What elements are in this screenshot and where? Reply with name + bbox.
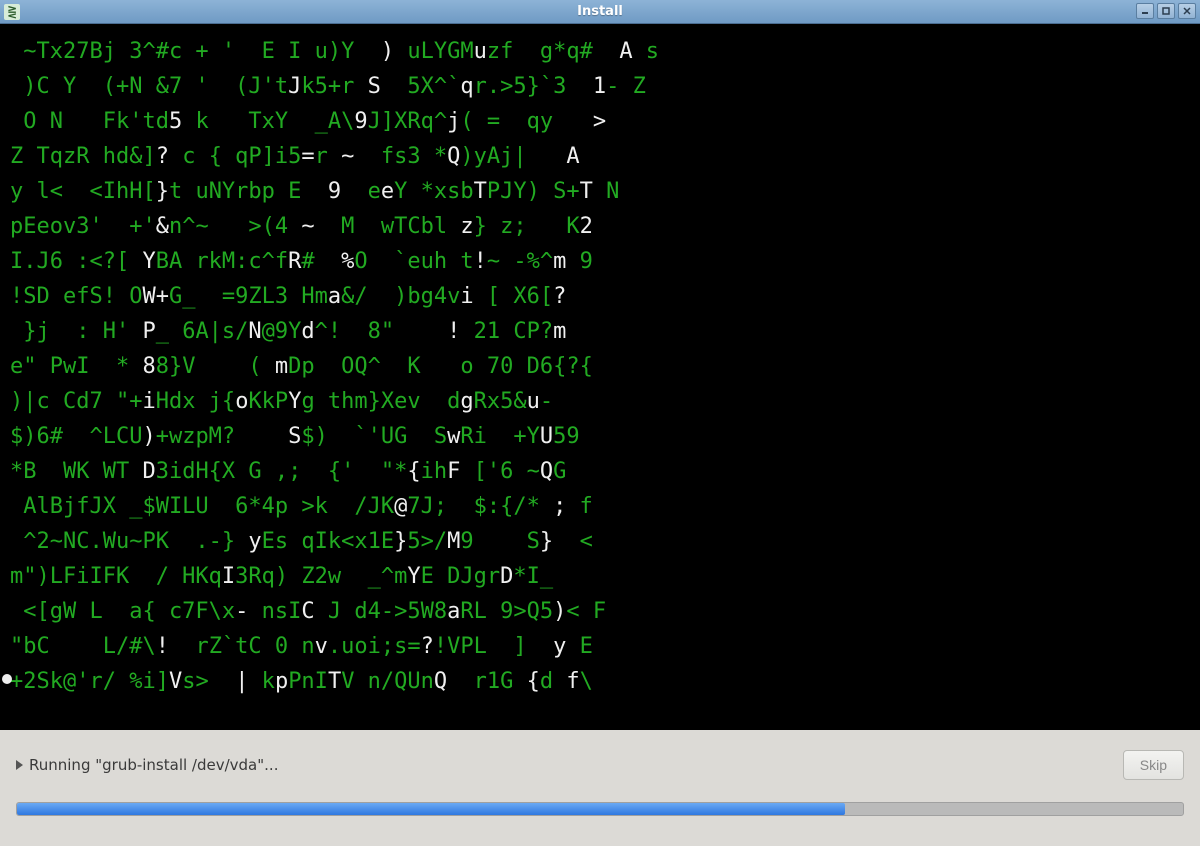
window-controls	[1136, 3, 1196, 19]
terminal-row: )C Y (+N &7 ' (J'tJk5+r S 5X^`qr.>5}`3 1…	[10, 69, 1190, 104]
maximize-button[interactable]	[1157, 3, 1175, 19]
window-title: Install	[577, 4, 623, 19]
terminal-row: O N Fk'td5 k TxY _A\9J]XRq^j( = qy >	[10, 104, 1190, 139]
status-text: Running "grub-install /dev/vda"...	[29, 756, 278, 774]
terminal-row: )|c Cd7 "+iHdx j{oKkPYg thm}Xev dgRx5&u-	[10, 384, 1190, 419]
terminal-row: I.J6 :<?[ YBA rkM:c^fR# %O `euh t!~ -%^m…	[10, 244, 1190, 279]
terminal-row: AlBjfJX _$WILU 6*4p >k /JK@7J; $:{/* ; f	[10, 489, 1190, 524]
footer-row: Running "grub-install /dev/vda"... Skip	[16, 750, 1184, 780]
terminal-row: <[gW L a{ c7F\x- nsIC J d4->5W8aRL 9>Q5)…	[10, 594, 1190, 629]
terminal-row: y l< <IhH[}t uNYrbp E 9 eeY *xsbTPJY) S+…	[10, 174, 1190, 209]
minimize-button[interactable]	[1136, 3, 1154, 19]
terminal-row: "bC L/#\! rZ`tC 0 nv.uoi;s=?!VPL ] y E	[10, 629, 1190, 664]
terminal-row: ~Tx27Bj 3^#c + ' E I u)Y ) uLYGMuzf g*q#…	[10, 34, 1190, 69]
terminal-row: !SD efS! OW+G_ =9ZL3 Hma&/ )bg4vi [ X6[?	[10, 279, 1190, 314]
maximize-icon	[1162, 7, 1170, 15]
terminal-matrix: ~Tx27Bj 3^#c + ' E I u)Y ) uLYGMuzf g*q#…	[0, 24, 1200, 730]
cursor-dot	[2, 674, 12, 684]
terminal-row: pEeov3' +'&n^~ >(4 ~ M wTCbl z} z; K2	[10, 209, 1190, 244]
terminal-row: m")LFiIFK / HKqI3Rq) Z2w _^mYE DJgrD*I_	[10, 559, 1190, 594]
skip-button[interactable]: Skip	[1123, 750, 1184, 780]
install-footer: Running "grub-install /dev/vda"... Skip	[0, 730, 1200, 846]
titlebar-left: ⋛	[0, 4, 20, 20]
app-icon: ⋛	[4, 4, 20, 20]
disclosure-icon	[16, 760, 23, 770]
terminal-row: Z TqzR hd&]? c { qP]i5=r ~ fs3 *Q)yAj| A	[10, 139, 1190, 174]
terminal-row: +2Sk@'r/ %i]Vs> | kpPnITV n/QUnQ r1G {d …	[10, 664, 1190, 699]
titlebar[interactable]: ⋛ Install	[0, 0, 1200, 24]
terminal-row: e" PwI * 88}V ( mDp OQ^ K o 70 D6{?{	[10, 349, 1190, 384]
terminal-row: ^2~NC.Wu~PK .-} yEs qIk<x1E}5>/M9 S} <	[10, 524, 1190, 559]
install-window: ⋛ Install ~Tx27Bj 3^#c + ' E I u)Y ) uLY…	[0, 0, 1200, 846]
close-icon	[1183, 7, 1191, 15]
terminal-row: *B WK WT D3idH{X G ,; {' "*{ihF ['6 ~QG	[10, 454, 1190, 489]
close-button[interactable]	[1178, 3, 1196, 19]
progress-fill	[17, 803, 845, 815]
terminal-row: }j : H' P_ 6A|s/N@9Yd^! 8" ! 21 CP?m	[10, 314, 1190, 349]
progress-bar	[16, 802, 1184, 816]
minimize-icon	[1141, 7, 1149, 15]
status-line[interactable]: Running "grub-install /dev/vda"...	[16, 756, 278, 774]
terminal-row: $)6# ^LCU)+wzpM? S$) `'UG SwRi +YU59	[10, 419, 1190, 454]
